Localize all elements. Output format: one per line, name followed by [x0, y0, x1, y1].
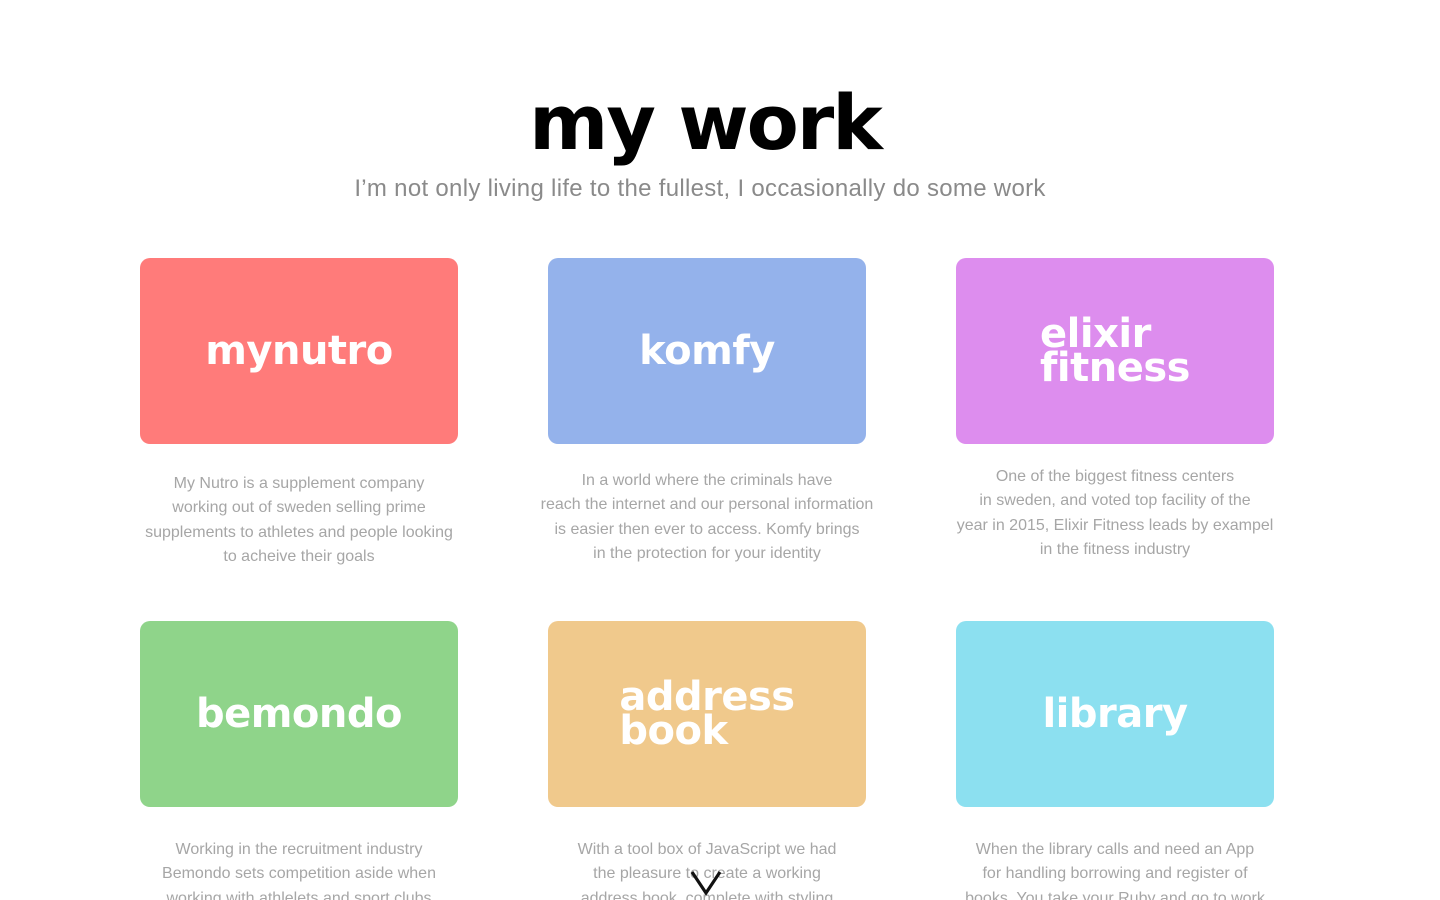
project-card-address-book[interactable]: address book [548, 621, 866, 807]
chevron-down-icon[interactable] [689, 868, 723, 898]
project-card-title: elixir fitness [1040, 311, 1190, 391]
project-card-mynutro[interactable]: mynutro [140, 258, 458, 444]
page-subtitle: I’m not only living life to the fullest,… [354, 175, 1046, 202]
project-card-title: address book [619, 674, 795, 754]
project-card-title: komfy [639, 328, 775, 374]
project-card-komfy[interactable]: komfy [548, 258, 866, 444]
project-description-bemondo: Working in the recruitment industry Bemo… [162, 841, 436, 900]
page-title: my work [529, 78, 883, 167]
project-description-elixir-fitness: One of the biggest fitness centers in sw… [956, 468, 1274, 558]
project-description-library: When the library calls and need an App f… [965, 841, 1265, 900]
project-card-title: mynutro [205, 328, 393, 374]
project-description-komfy: In a world where the criminals have reac… [540, 472, 874, 562]
project-card-elixir-fitness[interactable]: elixir fitness [956, 258, 1274, 444]
project-card-bemondo[interactable]: bemondo [140, 621, 458, 807]
work-page: my work I’m not only living life to the … [0, 0, 1440, 900]
project-description-mynutro: My Nutro is a supplement company working… [145, 475, 453, 565]
project-card-library[interactable]: library [956, 621, 1274, 807]
project-card-title: library [1042, 691, 1188, 737]
project-card-title: bemondo [195, 691, 403, 737]
